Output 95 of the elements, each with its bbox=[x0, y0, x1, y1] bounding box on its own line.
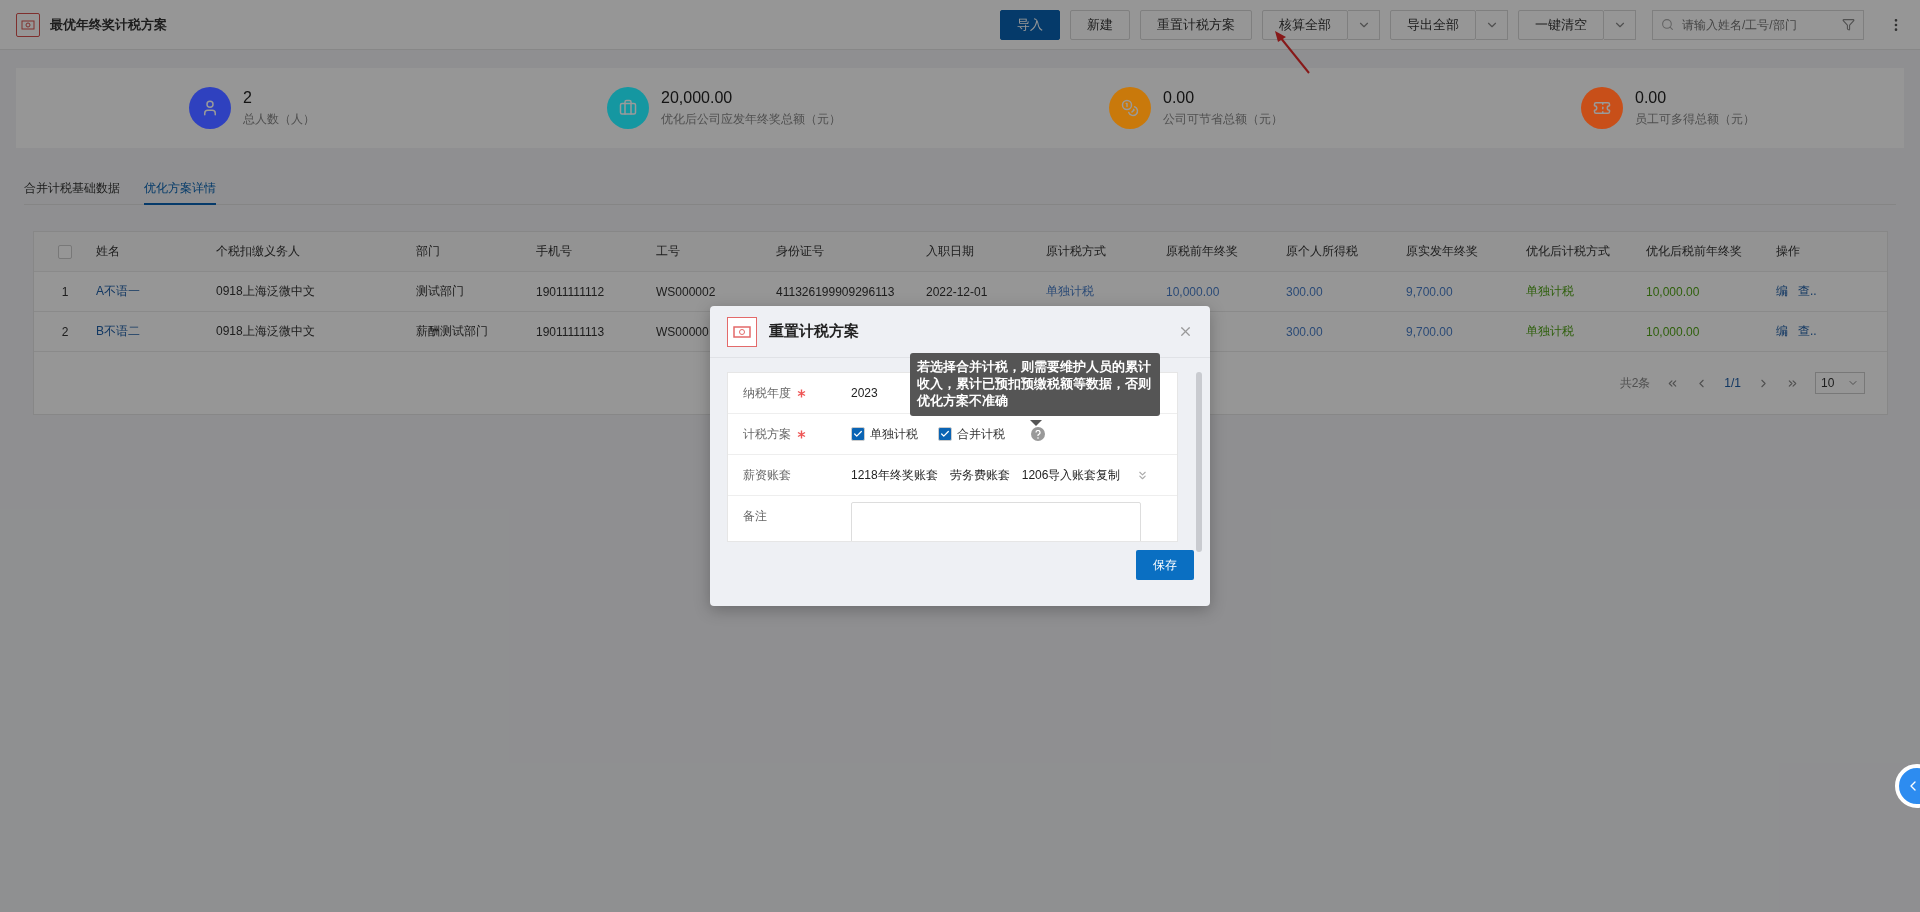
select-all-checkbox[interactable] bbox=[58, 244, 72, 259]
table-cell-text: 测试部门 bbox=[416, 283, 465, 300]
stat-value: 0.00 bbox=[1163, 88, 1196, 107]
name-link[interactable]: A不语一 bbox=[96, 283, 216, 300]
column-header: 原计税方式 bbox=[1046, 243, 1107, 260]
column-header: 身份证号 bbox=[776, 243, 825, 260]
search-field[interactable]: 请输入姓名/工号/部门 bbox=[1680, 16, 1836, 33]
tab[interactable]: 合并计税基础数据 bbox=[24, 174, 120, 205]
close-icon[interactable] bbox=[1178, 324, 1193, 339]
tooltip-arrow bbox=[1030, 420, 1042, 426]
toolbar-button[interactable]: 新建 bbox=[1070, 9, 1130, 40]
table-cell-text: 19011111112 bbox=[536, 284, 606, 299]
checkbox-label: 合并计税 bbox=[957, 425, 1005, 443]
row-index: 1 bbox=[61, 284, 69, 299]
toolbar-button[interactable]: 核算全部 bbox=[1262, 9, 1348, 40]
table-cell-text: 9,700.00 bbox=[1406, 284, 1454, 299]
column-header: 原个人所得税 bbox=[1286, 243, 1359, 260]
stat-value: 0.00 bbox=[1635, 88, 1668, 107]
table-cell-text: 薪酬测试部门 bbox=[416, 323, 489, 340]
table-cell-text: 10,000.00 bbox=[1646, 324, 1701, 339]
field-value: 2023 bbox=[851, 386, 878, 400]
column-header: 操作 bbox=[1776, 243, 1801, 260]
table-cell-text: WS00000 bbox=[656, 324, 710, 339]
checkbox-label: 单独计税 bbox=[870, 425, 918, 443]
check-icon bbox=[940, 429, 950, 439]
tab[interactable]: 优化方案详情 bbox=[144, 174, 216, 205]
page-number: 1/1 bbox=[1724, 376, 1741, 390]
import-button[interactable]: 导入 bbox=[1000, 9, 1060, 40]
stat-label: 总人数（人） bbox=[243, 110, 315, 128]
table-cell-text: 10,000.00 bbox=[1646, 284, 1701, 299]
banknote-icon bbox=[727, 316, 757, 347]
page-title: 最优年终奖计税方案 bbox=[50, 15, 167, 34]
checkbox[interactable] bbox=[851, 427, 865, 441]
filter-icon[interactable] bbox=[1842, 18, 1855, 31]
table-cell-text: WS000002 bbox=[656, 284, 717, 299]
action-link[interactable]: 编 bbox=[1776, 283, 1788, 300]
table-cell-text: 0918上海泛微中文 bbox=[216, 283, 316, 300]
stat-value: 2 bbox=[243, 88, 253, 107]
help-icon[interactable] bbox=[1031, 427, 1045, 441]
table-cell-text: 19011111113 bbox=[536, 324, 606, 339]
name-link[interactable]: B不语二 bbox=[96, 323, 216, 340]
table-cell-text: 300.00 bbox=[1286, 284, 1324, 299]
field-label: 备注 bbox=[743, 508, 767, 525]
table-cell-text: 9,700.00 bbox=[1406, 324, 1454, 339]
stat-label: 公司可节省总额（元） bbox=[1163, 110, 1283, 128]
column-header: 原税前年终奖 bbox=[1166, 243, 1239, 260]
column-header: 入职日期 bbox=[926, 243, 975, 260]
stat-value: 20,000.00 bbox=[661, 88, 734, 107]
column-header: 原实发年终奖 bbox=[1406, 243, 1479, 260]
page-size-select[interactable]: 10 bbox=[1815, 372, 1865, 394]
search-icon bbox=[1661, 18, 1674, 31]
column-header: 手机号 bbox=[536, 243, 573, 260]
column-header: 姓名 bbox=[96, 243, 121, 260]
stat-label: 员工可多得总额（元） bbox=[1635, 110, 1755, 128]
dropdown-button[interactable] bbox=[1476, 9, 1508, 40]
dropdown-button[interactable] bbox=[1348, 9, 1380, 40]
field-label: 薪资账套 bbox=[743, 466, 791, 484]
search-box[interactable]: 请输入姓名/工号/部门 bbox=[1652, 9, 1864, 40]
tooltip: 若选择合并计税，则需要维护人员的累计收入，累计已预扣预缴税额等数据，否则优化方案不准确 bbox=[910, 353, 1160, 416]
column-header: 个税扣缴义务人 bbox=[216, 243, 301, 260]
table-cell-text: 单独计税 bbox=[1526, 283, 1575, 300]
ledger-tag: 1218年终奖账套 bbox=[851, 466, 938, 484]
annotation-arrow bbox=[1275, 31, 1310, 74]
dropdown-button[interactable] bbox=[1604, 9, 1636, 40]
field-label: 计税方案 bbox=[743, 425, 791, 443]
table-cell-text: 2022-12-01 bbox=[926, 284, 989, 299]
table-cell-text: 0918上海泛微中文 bbox=[216, 323, 316, 340]
action-link[interactable]: 编 bbox=[1776, 323, 1788, 340]
action-link[interactable]: 查.. bbox=[1798, 283, 1817, 300]
column-header: 工号 bbox=[656, 243, 681, 260]
remark-field[interactable] bbox=[851, 502, 1141, 541]
dialog-title: 重置计税方案 bbox=[769, 322, 859, 341]
field-label: 纳税年度 bbox=[743, 384, 791, 402]
ledger-tag: 1206导入账套复制 bbox=[1021, 466, 1121, 484]
toolbar-button[interactable]: 导出全部 bbox=[1390, 9, 1476, 40]
toolbar-button[interactable]: 一键清空 bbox=[1518, 9, 1604, 40]
check-icon bbox=[853, 429, 863, 439]
action-link[interactable]: 查.. bbox=[1798, 323, 1817, 340]
total-count: 共2条 bbox=[1619, 374, 1651, 392]
table-cell-text: 10,000.00 bbox=[1166, 284, 1221, 299]
ledger-tag: 劳务费账套 bbox=[949, 466, 1010, 484]
scrollbar[interactable] bbox=[1196, 372, 1202, 552]
save-button[interactable]: 保存 bbox=[1136, 550, 1194, 580]
table-cell-text: 单独计税 bbox=[1046, 283, 1095, 300]
toolbar-button[interactable]: 重置计税方案 bbox=[1140, 9, 1252, 40]
table-cell-text: 单独计税 bbox=[1526, 323, 1575, 340]
stat-label: 优化后公司应发年终奖总额（元） bbox=[661, 110, 841, 128]
row-index: 2 bbox=[61, 324, 69, 339]
table-cell-text: 300.00 bbox=[1286, 324, 1324, 339]
table-cell-text: 411326199909296113 bbox=[776, 284, 896, 299]
checkbox[interactable] bbox=[938, 427, 952, 441]
column-header: 部门 bbox=[416, 243, 441, 260]
column-header: 优化后计税方式 bbox=[1526, 243, 1611, 260]
column-header: 优化后税前年终奖 bbox=[1646, 243, 1743, 260]
banknote-icon bbox=[16, 12, 40, 37]
